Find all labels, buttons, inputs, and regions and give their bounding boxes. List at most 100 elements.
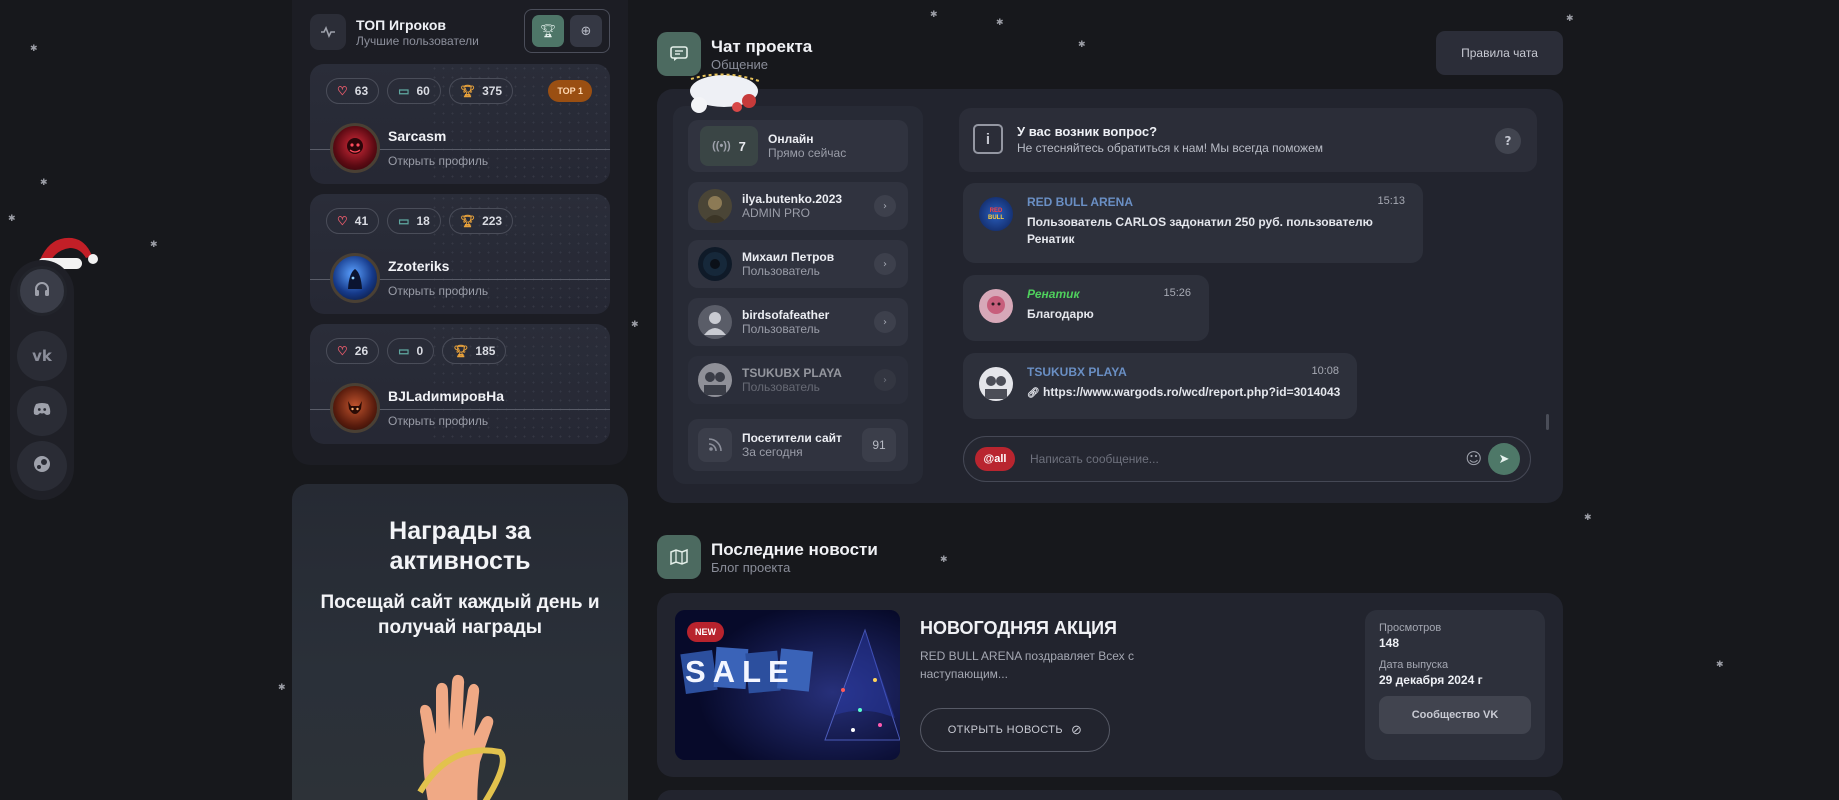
chat-title: Чат проекта bbox=[711, 36, 813, 56]
steam-icon bbox=[33, 455, 51, 477]
likes-count: 63 bbox=[354, 84, 369, 98]
online-users-panel: ((•)) 7 Онлайн Прямо сейчас ilya.butenko… bbox=[673, 106, 923, 484]
online-user-item[interactable]: TSUKUBX PLAYA Пользователь › bbox=[688, 356, 908, 404]
rss-icon bbox=[698, 428, 732, 462]
player-card[interactable]: ♡ 63 ▭ 60 🏆︎ 375 TOP 1 Sarcasm Открыть проф… bbox=[310, 64, 610, 184]
likes-count: 41 bbox=[354, 214, 369, 228]
user-role: Пользователь bbox=[742, 380, 820, 394]
trophies-stat: 🏆︎ 375 bbox=[448, 78, 514, 104]
player-name: Zzoteriks bbox=[388, 258, 450, 274]
trophies-count: 223 bbox=[482, 214, 503, 228]
message-author[interactable]: Ренатик bbox=[1027, 287, 1080, 301]
new-badge: NEW bbox=[687, 622, 724, 642]
message-author[interactable]: RED BULL ARENA bbox=[1027, 195, 1133, 209]
open-profile-link[interactable]: Открыть профиль bbox=[388, 414, 488, 428]
plus-circle-icon: ⊕ bbox=[580, 23, 592, 39]
message-text: Пользователь CARLOS задонатил 250 руб. п… bbox=[1027, 214, 1373, 248]
visitors-title: Посетители сайт bbox=[742, 431, 842, 445]
message-author[interactable]: TSUKUBX PLAYA bbox=[1027, 365, 1127, 379]
online-user-item[interactable]: ilya.butenko.2023 ADMIN PRO › bbox=[688, 182, 908, 230]
mention-all-button[interactable]: @all bbox=[975, 447, 1015, 471]
online-user-item[interactable]: Михаил Петров Пользователь › bbox=[688, 240, 908, 288]
help-title: У вас возник вопрос? bbox=[1017, 124, 1158, 139]
trophy-icon: 🏆︎ bbox=[453, 344, 469, 358]
tab-other[interactable]: ⊕ bbox=[570, 15, 602, 47]
sale-text: SALE bbox=[685, 654, 796, 689]
news-subtitle: Блог проекта bbox=[711, 559, 791, 575]
svg-text:RED: RED bbox=[990, 208, 1003, 214]
news-image[interactable]: SALE NEW bbox=[675, 610, 900, 760]
message-text-line: Ренатик bbox=[1027, 232, 1075, 246]
chat-rules-button[interactable]: Правила чата bbox=[1436, 31, 1563, 75]
chevron-right-icon: › bbox=[874, 311, 896, 333]
avatar bbox=[979, 289, 1013, 323]
comments-count: 0 bbox=[416, 344, 424, 358]
open-profile-link[interactable]: Открыть профиль bbox=[388, 154, 488, 168]
top-players-tabs: 🏆︎ ⊕ bbox=[524, 9, 610, 53]
news-card: SALE NEW НОВОГОДНЯЯ АКЦИЯ RED BULL ARENA… bbox=[657, 593, 1563, 777]
next-news-card bbox=[657, 790, 1563, 800]
message-text: Благодарю bbox=[1027, 307, 1094, 321]
message-link[interactable]: https://www.wargods.ro/wcd/report.php?id… bbox=[1043, 385, 1340, 399]
player-name: BJLadиmировHa bbox=[388, 388, 505, 404]
online-user-item[interactable]: birdsofafeather Пользователь › bbox=[688, 298, 908, 346]
emoji-icon[interactable]: ☺ bbox=[1465, 449, 1482, 468]
comments-stat: ▭ 18 bbox=[387, 208, 441, 234]
rank-badge: TOP 1 bbox=[548, 80, 592, 102]
chat-panel: ((•)) 7 Онлайн Прямо сейчас ilya.butenko… bbox=[657, 73, 1563, 503]
message-time: 10:08 bbox=[1311, 365, 1339, 377]
trophy-icon: 🏆︎ bbox=[459, 84, 476, 98]
pulse-icon bbox=[310, 14, 346, 50]
news-headline[interactable]: НОВОГОДНЯЯ АКЦИЯ bbox=[920, 618, 1117, 639]
open-profile-link[interactable]: Открыть профиль bbox=[388, 284, 488, 298]
message-link-row: 🔗︎ https://www.wargods.ro/wcd/report.php… bbox=[1027, 384, 1340, 402]
arrow-circle-icon: ⊘ bbox=[1071, 722, 1083, 737]
avatar bbox=[698, 305, 732, 339]
chat-message-input[interactable] bbox=[1030, 449, 1450, 469]
user-name: TSUKUBX PLAYA bbox=[742, 366, 842, 380]
tab-trophies[interactable]: 🏆︎ bbox=[532, 15, 564, 47]
news-meta: Просмотров 148 Дата выпуска 29 декабря 2… bbox=[1365, 610, 1545, 760]
steam-button[interactable] bbox=[17, 441, 67, 491]
message-text-line: Пользователь CARLOS задонатил 250 руб. п… bbox=[1027, 215, 1373, 229]
online-count: 7 bbox=[738, 138, 746, 154]
help-icon[interactable]: ? bbox=[1495, 128, 1521, 154]
top-players-card: ТОП Игроков Лучшие пользователи 🏆︎ ⊕ ♡ 63… bbox=[292, 0, 628, 465]
chat-scrollbar[interactable] bbox=[1546, 414, 1549, 430]
social-sidebar: vk bbox=[10, 260, 74, 500]
online-title: Онлайн bbox=[768, 132, 814, 146]
user-name: Михаил Петров bbox=[742, 250, 835, 264]
vk-button[interactable]: vk bbox=[17, 331, 67, 381]
heart-icon: ♡ bbox=[337, 344, 348, 358]
discord-button[interactable] bbox=[17, 386, 67, 436]
player-card[interactable]: ♡ 41 ▭ 18 🏆︎ 223 Zzoteriks Открыть профиль bbox=[310, 194, 610, 314]
player-card[interactable]: ♡ 26 ▭ 0 🏆︎ 185 BJLadиmировHa Открыть профи… bbox=[310, 324, 610, 444]
date-label: Дата выпуска bbox=[1379, 659, 1449, 671]
news-description: RED BULL ARENA поздравляет Всех с наступ… bbox=[920, 649, 1135, 681]
likes-stat: ♡ 41 bbox=[326, 208, 380, 234]
send-button[interactable]: ➤ bbox=[1488, 443, 1520, 475]
support-button[interactable] bbox=[17, 266, 67, 316]
vk-community-button[interactable]: Сообщество VK bbox=[1379, 696, 1531, 734]
hand-illustration bbox=[417, 674, 506, 800]
user-role: Пользователь bbox=[742, 264, 820, 278]
chevron-right-icon: › bbox=[874, 195, 896, 217]
link-icon: 🔗︎ bbox=[1027, 388, 1040, 399]
svg-text:BULL: BULL bbox=[988, 215, 1004, 221]
trophy-icon: 🏆︎ bbox=[539, 23, 557, 39]
visitors-subtitle: За сегодня bbox=[742, 445, 803, 459]
help-text: Не стесняйтесь обратиться к нам! Мы всег… bbox=[1017, 141, 1323, 155]
info-icon: i bbox=[973, 124, 1003, 154]
likes-stat: ♡ 26 bbox=[326, 338, 380, 364]
gift-decoration bbox=[690, 73, 760, 113]
trophies-stat: 🏆︎ 223 bbox=[448, 208, 514, 234]
rewards-title: Награды за активность bbox=[389, 517, 531, 575]
player-name: Sarcasm bbox=[388, 128, 447, 144]
visitors-count: 91 bbox=[862, 428, 896, 462]
avatar bbox=[330, 383, 380, 433]
open-news-button[interactable]: ОТКРЫТЬ НОВОСТЬ ⊘ bbox=[920, 708, 1110, 752]
user-name: ilya.butenko.2023 bbox=[742, 192, 843, 206]
send-icon: ➤ bbox=[1498, 451, 1510, 467]
comments-count: 60 bbox=[416, 84, 430, 98]
help-banner: i У вас возник вопрос? Не стесняйтесь об… bbox=[959, 108, 1537, 172]
